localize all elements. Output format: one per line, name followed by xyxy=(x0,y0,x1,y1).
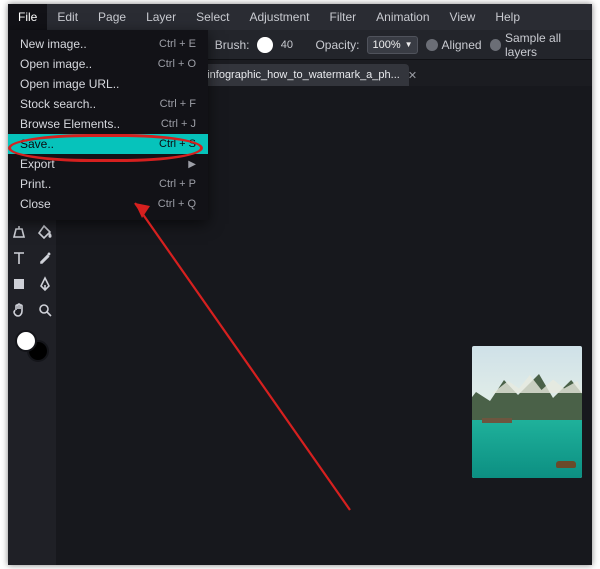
sample-all-layers-option[interactable]: Sample all layers xyxy=(490,31,592,59)
opacity-value: 100% xyxy=(372,39,400,51)
radio-icon xyxy=(426,39,438,51)
foreground-color-swatch[interactable] xyxy=(15,330,37,352)
opacity-dropdown[interactable]: 100% ▼ xyxy=(367,36,417,54)
menu-file[interactable]: File xyxy=(8,4,47,30)
menu-page[interactable]: Page xyxy=(88,4,136,30)
hand-icon[interactable] xyxy=(9,300,29,320)
aligned-label: Aligned xyxy=(442,38,482,52)
close-icon[interactable]: ✕ xyxy=(408,69,417,82)
opacity-label: Opacity: xyxy=(315,38,359,52)
menu-print[interactable]: Print.. Ctrl + P xyxy=(8,174,208,194)
color-swatch[interactable] xyxy=(15,330,49,360)
chevron-down-icon: ▼ xyxy=(405,40,413,49)
menu-help[interactable]: Help xyxy=(485,4,530,30)
menu-export[interactable]: Export ▶ xyxy=(8,154,208,174)
color-picker-icon[interactable] xyxy=(35,248,55,268)
menu-adjustment[interactable]: Adjustment xyxy=(239,4,319,30)
document-image[interactable] xyxy=(472,346,582,478)
pen-icon[interactable] xyxy=(35,274,55,294)
menu-edit[interactable]: Edit xyxy=(47,4,88,30)
menu-view[interactable]: View xyxy=(440,4,486,30)
menu-stock-search[interactable]: Stock search.. Ctrl + F xyxy=(8,94,208,114)
brush-label: Brush: xyxy=(215,38,250,52)
file-menu-dropdown: New image.. Ctrl + E Open image.. Ctrl +… xyxy=(8,30,208,220)
brush-preview-icon[interactable] xyxy=(257,37,272,53)
clone-icon[interactable] xyxy=(9,222,29,242)
radio-icon xyxy=(490,39,501,51)
menu-layer[interactable]: Layer xyxy=(136,4,186,30)
document-tab[interactable]: infographic_how_to_watermark_a_ph... ✕ xyxy=(199,64,409,86)
menu-close[interactable]: Close Ctrl + Q xyxy=(8,194,208,214)
menu-select[interactable]: Select xyxy=(186,4,239,30)
aligned-option[interactable]: Aligned xyxy=(426,38,482,52)
menu-save[interactable]: Save.. Ctrl + S xyxy=(8,134,208,154)
brush-size-value[interactable]: 40 xyxy=(281,39,308,51)
zoom-icon[interactable] xyxy=(35,300,55,320)
sample-all-label: Sample all layers xyxy=(505,31,592,59)
chevron-right-icon: ▶ xyxy=(188,159,196,170)
menubar: File Edit Page Layer Select Adjustment F… xyxy=(8,4,592,30)
menu-open-image-url[interactable]: Open image URL.. xyxy=(8,74,208,94)
menu-new-image[interactable]: New image.. Ctrl + E xyxy=(8,34,208,54)
menu-open-image[interactable]: Open image.. Ctrl + O xyxy=(8,54,208,74)
fill-icon[interactable] xyxy=(35,222,55,242)
menu-filter[interactable]: Filter xyxy=(319,4,366,30)
text-icon[interactable] xyxy=(9,248,29,268)
shape-icon[interactable] xyxy=(9,274,29,294)
menu-animation[interactable]: Animation xyxy=(366,4,439,30)
tab-label: infographic_how_to_watermark_a_ph... xyxy=(207,69,400,81)
menu-browse-elements[interactable]: Browse Elements.. Ctrl + J xyxy=(8,114,208,134)
